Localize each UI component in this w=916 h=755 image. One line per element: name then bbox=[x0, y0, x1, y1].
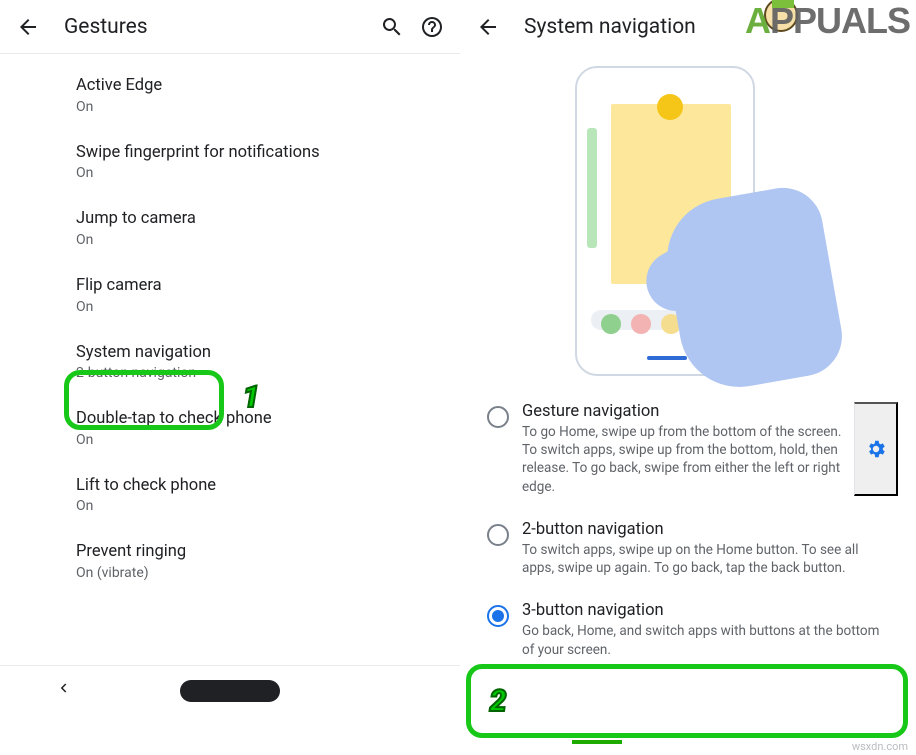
source-url: wsxdn.com bbox=[852, 740, 908, 753]
watermark-prefix: A bbox=[745, 0, 770, 41]
setting-prevent-ringing[interactable]: Prevent ringing On (vibrate) bbox=[0, 528, 460, 595]
annotation-underline bbox=[572, 740, 622, 744]
option-desc: Go back, Home, and switch apps with butt… bbox=[522, 622, 890, 658]
option-desc: To switch apps, swipe up on the Home but… bbox=[522, 541, 890, 577]
option-gesture-navigation[interactable]: Gesture navigation To go Home, swipe up … bbox=[460, 390, 910, 508]
setting-label: Prevent ringing bbox=[76, 542, 444, 563]
arrow-back-icon bbox=[16, 15, 40, 39]
arrow-back-icon bbox=[476, 15, 500, 39]
option-desc: To go Home, swipe up from the bottom of … bbox=[522, 423, 846, 496]
setting-lift-to-check[interactable]: Lift to check phone On bbox=[0, 462, 460, 529]
setting-swipe-fingerprint[interactable]: Swipe fingerprint for notifications On bbox=[0, 129, 460, 196]
setting-label: System navigation bbox=[76, 343, 444, 364]
setting-sub: On (vibrate) bbox=[76, 565, 444, 581]
option-title: 2-button navigation bbox=[522, 520, 890, 539]
option-title: 3-button navigation bbox=[522, 601, 890, 620]
option-settings-button[interactable] bbox=[854, 402, 898, 496]
option-2-button-navigation[interactable]: 2-button navigation To switch apps, swip… bbox=[460, 508, 910, 589]
gear-icon bbox=[865, 438, 887, 460]
watermark-text: APPUALS bbox=[745, 0, 910, 42]
radio-unchecked-icon bbox=[487, 406, 509, 428]
setting-label: Lift to check phone bbox=[76, 476, 444, 497]
setting-double-tap-check[interactable]: Double-tap to check phone On bbox=[0, 395, 460, 462]
setting-active-edge[interactable]: Active Edge On bbox=[0, 62, 460, 129]
setting-sub: On bbox=[76, 165, 444, 181]
setting-sub: On bbox=[76, 232, 444, 248]
setting-label: Active Edge bbox=[76, 76, 444, 97]
chevron-left-icon bbox=[54, 679, 72, 697]
setting-sub: On bbox=[76, 498, 444, 514]
setting-label: Flip camera bbox=[76, 276, 444, 297]
page-title: Gestures bbox=[64, 15, 372, 39]
setting-sub: On bbox=[76, 432, 444, 448]
navigation-options: Gesture navigation To go Home, swipe up … bbox=[460, 384, 910, 671]
help-button[interactable] bbox=[412, 7, 452, 47]
help-icon bbox=[420, 15, 444, 39]
setting-sub: On bbox=[76, 99, 444, 115]
system-navigation-screen: System navigation Gesture n bbox=[460, 0, 910, 755]
gestures-appbar: Gestures bbox=[0, 0, 460, 54]
nav-home-pill[interactable] bbox=[180, 680, 280, 702]
gestures-list: Active Edge On Swipe fingerprint for not… bbox=[0, 54, 460, 595]
setting-flip-camera[interactable]: Flip camera On bbox=[0, 262, 460, 329]
setting-jump-to-camera[interactable]: Jump to camera On bbox=[0, 195, 460, 262]
two-button-navbar bbox=[0, 665, 460, 715]
annotation-callout-2: 2 bbox=[483, 682, 513, 720]
setting-system-navigation[interactable]: System navigation 2-button navigation bbox=[0, 329, 460, 396]
illustration bbox=[460, 54, 910, 384]
annotation-callout-1: 1 bbox=[236, 378, 266, 416]
radio-unchecked-icon bbox=[487, 524, 509, 546]
option-3-button-navigation[interactable]: 3-button navigation Go back, Home, and s… bbox=[460, 589, 910, 670]
nav-back-button[interactable] bbox=[54, 678, 72, 703]
option-title: Gesture navigation bbox=[522, 402, 846, 421]
watermark-rest: PPUALS bbox=[770, 0, 910, 41]
search-icon bbox=[380, 15, 404, 39]
setting-label: Swipe fingerprint for notifications bbox=[76, 143, 444, 164]
back-button[interactable] bbox=[468, 7, 508, 47]
gestures-screen: Gestures Active Edge On Swipe fingerprin… bbox=[0, 0, 460, 755]
radio-checked-icon bbox=[487, 605, 509, 627]
setting-sub: On bbox=[76, 299, 444, 315]
setting-label: Jump to camera bbox=[76, 209, 444, 230]
back-button[interactable] bbox=[8, 7, 48, 47]
search-button[interactable] bbox=[372, 7, 412, 47]
